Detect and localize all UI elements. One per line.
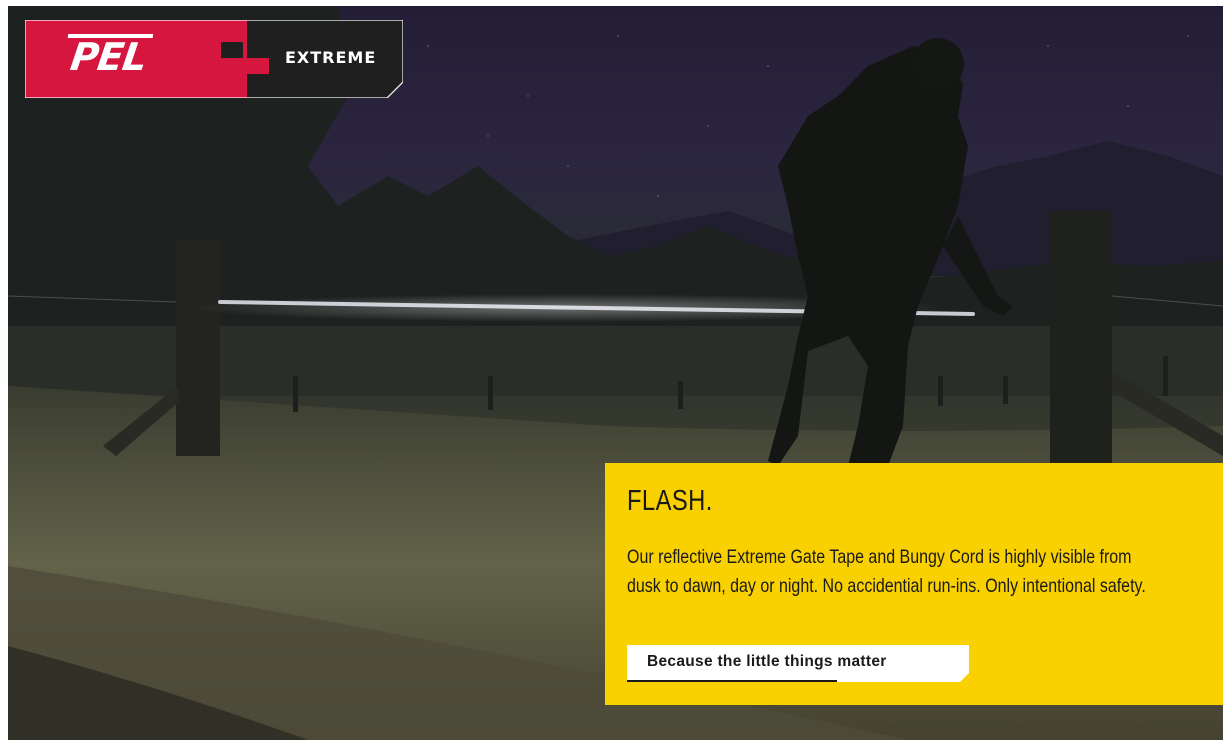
pel-wordmark: PEL [67, 35, 150, 79]
cta-button-label: Because the little things matter [647, 653, 887, 670]
cta-button[interactable]: Because the little things matter [627, 645, 969, 682]
promo-description: Our reflective Extreme Gate Tape and Bun… [627, 546, 1146, 597]
brand-logo[interactable]: PEL EXTREME [25, 20, 403, 98]
promo-panel: FLASH. Our reflective Extreme Gate Tape … [605, 463, 1223, 705]
promo-title: FLASH. [627, 485, 713, 517]
extreme-wordmark: EXTREME [285, 48, 377, 67]
